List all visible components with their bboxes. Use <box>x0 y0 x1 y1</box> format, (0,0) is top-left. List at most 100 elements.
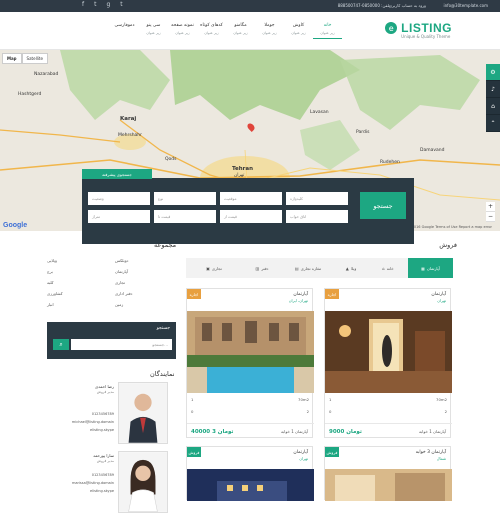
nav-item-explore[interactable]: کاوش زیر عنوان <box>284 22 313 39</box>
advanced-search-panel: جستجوی پیشرفته کلیدواژه موقعیت نوع وضعیت… <box>82 169 414 244</box>
agent-email[interactable]: michael@listing.domain <box>72 420 114 424</box>
listing-location: تهران <box>299 456 308 461</box>
agent-card[interactable]: سارا پورحمد مدیر فروش 0123456789 marissa… <box>47 451 176 513</box>
email-link[interactable]: info@30template.com <box>444 3 488 8</box>
agent-email[interactable]: marissa@listing.domain <box>72 481 114 485</box>
phone-number: تلفن: 0850000-888500747 <box>337 3 390 8</box>
listing-title[interactable]: آپارتمان 3 خوابه <box>416 450 446 455</box>
search-button[interactable]: جستجو <box>360 192 406 219</box>
bedrooms-select[interactable]: اتاق خواب <box>286 210 348 223</box>
office-icon: ▥ <box>255 265 260 271</box>
section-title-agents: نمایندگان <box>150 370 175 378</box>
listing-title[interactable]: آپارتمان <box>293 450 308 455</box>
area-field[interactable]: متراژ <box>88 210 150 223</box>
listing-card[interactable]: اجاره آپارتمان تهران، ایران 1 70m2 02 توم… <box>186 288 314 438</box>
lock-icon[interactable]: ⌂ <box>486 98 500 115</box>
nav-item-shortcodes[interactable]: کدهای کوتاه زیر عنوان <box>197 22 226 39</box>
agent-skype[interactable]: elisting.skype <box>90 428 114 432</box>
collection-item[interactable]: کلبه <box>47 280 54 285</box>
listing-card[interactable]: فروش آپارتمان تهران <box>186 446 314 501</box>
site-logo[interactable]: e LISTING Unique & Quality Theme <box>385 21 452 39</box>
agent-photo[interactable] <box>118 451 168 513</box>
nav-item-joomla[interactable]: جوملا زیر عنوان <box>255 22 284 39</box>
sidebar-search-input[interactable]: جستجو... <box>71 339 172 350</box>
collection-item[interactable]: انبار <box>47 302 54 307</box>
listing-location: شمال <box>436 456 446 461</box>
google-plus-icon[interactable]: g <box>106 1 110 8</box>
nav-item-home[interactable]: خانه زیر عنوان <box>313 22 342 39</box>
collection-item[interactable]: ویلایی <box>47 258 57 263</box>
listing-meta-row-1: 1 70m2 <box>329 397 447 402</box>
nav-item-demo-persian[interactable]: دموفارسی <box>110 22 139 39</box>
tab-apartment[interactable]: ▦ آپارتمان <box>408 258 453 278</box>
zoom-control: + − <box>486 202 495 222</box>
collection-item[interactable]: برج <box>47 269 53 274</box>
status-select[interactable]: وضعیت <box>88 192 150 205</box>
map-button[interactable]: Map <box>2 53 22 64</box>
nav-item-menu[interactable]: سی پنو زیر عنوان <box>139 22 168 39</box>
scroll-top-icon[interactable]: ⌃ <box>486 115 500 132</box>
tab-commercial[interactable]: ▣ تجاری <box>186 258 242 278</box>
collection-item[interactable]: دوبلکس <box>115 258 128 263</box>
map-label-tehran: Tehran <box>232 166 254 172</box>
sidebar-search-label: جستجو <box>156 326 170 331</box>
nav-item-sample-page[interactable]: نمونه صفحه زیر عنوان <box>168 22 197 39</box>
map-label-rudehen: Rudehen <box>380 160 400 165</box>
collection-item[interactable]: آپارتمان <box>115 269 128 274</box>
logo-icon: e <box>385 22 398 34</box>
house-icon: ⌂ <box>382 265 385 271</box>
facebook-icon[interactable]: f <box>82 1 84 8</box>
login-link[interactable]: ورود به حساب کاربری <box>389 3 426 8</box>
keyword-field[interactable]: کلیدواژه <box>286 192 348 205</box>
listing-title[interactable]: آپارتمان <box>431 292 446 297</box>
advanced-search-tab[interactable]: جستجوی پیشرفته <box>82 169 152 179</box>
status-badge: اجاره <box>187 289 201 299</box>
price-from-field[interactable]: قیمت از <box>220 210 282 223</box>
search-icon[interactable]: ⌕ <box>53 339 69 350</box>
listing-meta-row-2: 02 <box>191 409 309 414</box>
agent-card[interactable]: رضا احمدی مدیر فروش 0123456789 michael@l… <box>47 382 176 444</box>
map-label-qods: Qods <box>165 157 177 162</box>
listing-photo[interactable] <box>187 311 314 393</box>
map-label-pardis: Pardis <box>356 130 370 135</box>
listing-photo[interactable] <box>187 469 314 501</box>
agent-role: مدیر فروش <box>96 390 114 394</box>
collection-item[interactable]: کشاورزی <box>47 291 63 296</box>
zoom-in-button[interactable]: + <box>486 202 495 212</box>
listing-location: تهران، ایران <box>288 298 308 303</box>
price-to-field[interactable]: قیمت تا <box>154 210 216 223</box>
tab-shop[interactable]: ▤ مغازه تجاری <box>282 258 334 278</box>
twitter-icon[interactable]: t <box>94 1 96 8</box>
tab-house[interactable]: ⌂ خانه <box>368 258 408 278</box>
listing-title[interactable]: آپارتمان <box>293 292 308 297</box>
logo-tagline: Unique & Quality Theme <box>401 34 451 39</box>
agent-skype[interactable]: elisting.skype <box>90 489 114 493</box>
collection-item[interactable]: زمین <box>115 302 123 307</box>
listing-photo[interactable] <box>325 469 452 501</box>
listing-photo[interactable] <box>325 311 452 393</box>
listing-price: تومان 9000 <box>329 429 362 435</box>
main-nav: خانه زیر عنوان کاوش زیر عنوان جوملا زیر عنو… <box>110 22 342 39</box>
site-header: خانه زیر عنوان کاوش زیر عنوان جوملا زیر عنو… <box>0 12 500 50</box>
listing-card[interactable]: فروش آپارتمان 3 خوابه شمال <box>324 446 452 501</box>
tab-villa[interactable]: ▲ ویلا <box>334 258 368 278</box>
wrench-icon[interactable]: ⚙ <box>486 64 500 81</box>
megaphone-icon[interactable]: ♪ <box>486 81 500 98</box>
agent-name: سارا پورحمد <box>93 453 114 458</box>
logo-word: LISTING <box>401 21 452 35</box>
tab-office[interactable]: ▥ دفتر <box>242 258 282 278</box>
collection-item[interactable]: تجاری <box>115 280 125 285</box>
map-label-mehrshahr: Mehrshahr <box>118 133 143 138</box>
map-label-lavasan: Lavasan <box>310 110 329 115</box>
satellite-button[interactable]: Satellite <box>21 53 48 64</box>
twitter-icon[interactable]: t <box>120 1 122 8</box>
collection-item[interactable]: دفتر اداری <box>115 291 132 296</box>
agent-photo[interactable] <box>118 382 168 444</box>
commercial-icon: ▣ <box>206 265 210 271</box>
listing-card[interactable]: اجاره آپارتمان تهران 1 70m2 02 تومان 9000… <box>324 288 452 438</box>
zoom-out-button[interactable]: − <box>486 212 495 222</box>
listing-type: آپارتمان 1 خوابه <box>419 429 446 434</box>
type-select[interactable]: نوع <box>154 192 216 205</box>
nav-item-megamenu[interactable]: مگامنو زیر عنوان <box>226 22 255 39</box>
location-select[interactable]: موقعیت <box>220 192 282 205</box>
